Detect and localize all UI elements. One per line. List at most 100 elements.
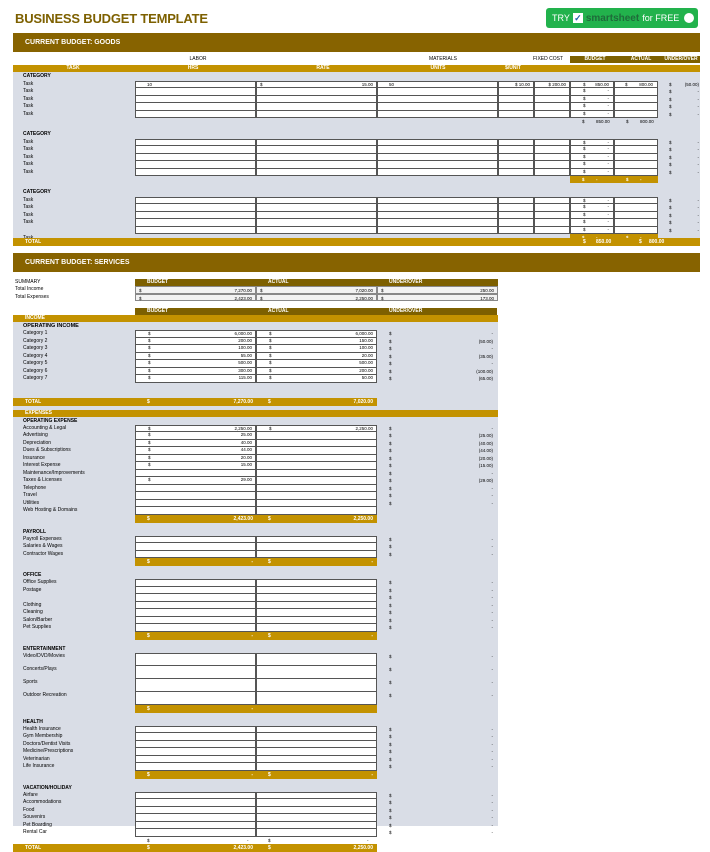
- budget-input-cell[interactable]: $55.00: [135, 352, 256, 360]
- goods-input-cell[interactable]: [135, 110, 256, 118]
- budget-input-cell[interactable]: $2,250.00: [135, 424, 256, 432]
- actual-input-cell[interactable]: [256, 601, 377, 609]
- goods-input-cell[interactable]: [498, 211, 534, 219]
- actual-cell[interactable]: [614, 146, 658, 154]
- goods-input-cell[interactable]: [256, 146, 377, 154]
- budget-input-cell[interactable]: $15.00: [135, 462, 256, 470]
- budget-input-cell[interactable]: $25.00: [135, 432, 256, 440]
- budget-input-cell[interactable]: [135, 507, 256, 515]
- goods-input-cell[interactable]: [498, 168, 534, 176]
- budget-input-cell[interactable]: [135, 691, 256, 705]
- budget-input-cell[interactable]: [135, 624, 256, 632]
- budget-input-cell[interactable]: [135, 678, 256, 692]
- goods-input-cell[interactable]: [256, 95, 377, 103]
- goods-input-cell[interactable]: [498, 88, 534, 96]
- actual-input-cell[interactable]: [256, 665, 377, 679]
- budget-input-cell[interactable]: $44.00: [135, 447, 256, 455]
- actual-cell[interactable]: [614, 226, 658, 234]
- actual-input-cell[interactable]: $150.00: [256, 337, 377, 345]
- budget-input-cell[interactable]: $6,000.00: [135, 330, 256, 338]
- goods-input-cell[interactable]: [498, 153, 534, 161]
- goods-input-cell[interactable]: [534, 146, 570, 154]
- goods-input-cell[interactable]: [498, 161, 534, 169]
- budget-input-cell[interactable]: [135, 609, 256, 617]
- actual-cell[interactable]: [614, 88, 658, 96]
- budget-input-cell[interactable]: [135, 740, 256, 748]
- actual-input-cell[interactable]: [256, 814, 377, 822]
- goods-input-cell[interactable]: [377, 204, 498, 212]
- goods-input-cell[interactable]: [256, 103, 377, 111]
- actual-input-cell[interactable]: [256, 594, 377, 602]
- actual-input-cell[interactable]: [256, 763, 377, 771]
- actual-input-cell[interactable]: [256, 439, 377, 447]
- actual-input-cell[interactable]: [256, 806, 377, 814]
- actual-input-cell[interactable]: [256, 740, 377, 748]
- goods-input-cell[interactable]: [135, 146, 256, 154]
- actual-input-cell[interactable]: [256, 432, 377, 440]
- actual-cell[interactable]: [614, 219, 658, 227]
- actual-input-cell[interactable]: [256, 579, 377, 587]
- budget-input-cell[interactable]: $500.00: [135, 360, 256, 368]
- actual-input-cell[interactable]: [256, 462, 377, 470]
- actual-cell[interactable]: [614, 168, 658, 176]
- actual-input-cell[interactable]: [256, 492, 377, 500]
- goods-input-cell[interactable]: [377, 226, 498, 234]
- actual-input-cell[interactable]: [256, 535, 377, 543]
- goods-input-cell[interactable]: [256, 88, 377, 96]
- actual-input-cell[interactable]: [256, 447, 377, 455]
- goods-input-cell[interactable]: [498, 219, 534, 227]
- goods-input-cell[interactable]: [498, 196, 534, 204]
- goods-input-cell[interactable]: [534, 219, 570, 227]
- goods-input-cell[interactable]: [377, 161, 498, 169]
- actual-input-cell[interactable]: [256, 755, 377, 763]
- goods-input-cell[interactable]: [534, 226, 570, 234]
- budget-input-cell[interactable]: [135, 535, 256, 543]
- goods-input-cell[interactable]: [534, 161, 570, 169]
- goods-input-cell[interactable]: 10: [135, 80, 256, 88]
- budget-input-cell[interactable]: [135, 616, 256, 624]
- actual-input-cell[interactable]: [256, 691, 377, 705]
- actual-cell[interactable]: [614, 95, 658, 103]
- goods-input-cell[interactable]: [256, 219, 377, 227]
- goods-input-cell[interactable]: [377, 196, 498, 204]
- goods-input-cell[interactable]: [534, 168, 570, 176]
- goods-input-cell[interactable]: [377, 110, 498, 118]
- actual-input-cell[interactable]: [256, 748, 377, 756]
- budget-input-cell[interactable]: [135, 748, 256, 756]
- goods-input-cell[interactable]: [256, 138, 377, 146]
- goods-input-cell[interactable]: [377, 103, 498, 111]
- actual-cell[interactable]: [614, 153, 658, 161]
- actual-input-cell[interactable]: [256, 609, 377, 617]
- goods-input-cell[interactable]: [135, 168, 256, 176]
- goods-input-cell[interactable]: [534, 211, 570, 219]
- goods-input-cell[interactable]: [534, 138, 570, 146]
- goods-input-cell[interactable]: [498, 146, 534, 154]
- actual-cell[interactable]: [614, 110, 658, 118]
- actual-input-cell[interactable]: $20.00: [256, 352, 377, 360]
- budget-input-cell[interactable]: [135, 492, 256, 500]
- goods-input-cell[interactable]: [256, 161, 377, 169]
- goods-input-cell[interactable]: [135, 153, 256, 161]
- goods-input-cell[interactable]: [135, 204, 256, 212]
- actual-cell[interactable]: [614, 211, 658, 219]
- goods-input-cell[interactable]: [135, 211, 256, 219]
- actual-input-cell[interactable]: $100.00: [256, 345, 377, 353]
- budget-input-cell[interactable]: [135, 829, 256, 837]
- actual-input-cell[interactable]: [256, 799, 377, 807]
- budget-input-cell[interactable]: [135, 814, 256, 822]
- goods-input-cell[interactable]: [377, 168, 498, 176]
- actual-cell[interactable]: $800.00: [614, 80, 658, 88]
- actual-input-cell[interactable]: $50.00: [256, 375, 377, 383]
- goods-input-cell[interactable]: [498, 103, 534, 111]
- actual-cell[interactable]: [614, 161, 658, 169]
- actual-input-cell[interactable]: $500.00: [256, 360, 377, 368]
- goods-input-cell[interactable]: [256, 226, 377, 234]
- budget-input-cell[interactable]: [135, 601, 256, 609]
- actual-input-cell[interactable]: [256, 829, 377, 837]
- goods-input-cell[interactable]: 50: [377, 80, 498, 88]
- budget-input-cell[interactable]: $100.00: [135, 345, 256, 353]
- actual-cell[interactable]: [614, 196, 658, 204]
- actual-input-cell[interactable]: [256, 652, 377, 666]
- actual-input-cell[interactable]: [256, 586, 377, 594]
- actual-input-cell[interactable]: $2,250.00: [256, 424, 377, 432]
